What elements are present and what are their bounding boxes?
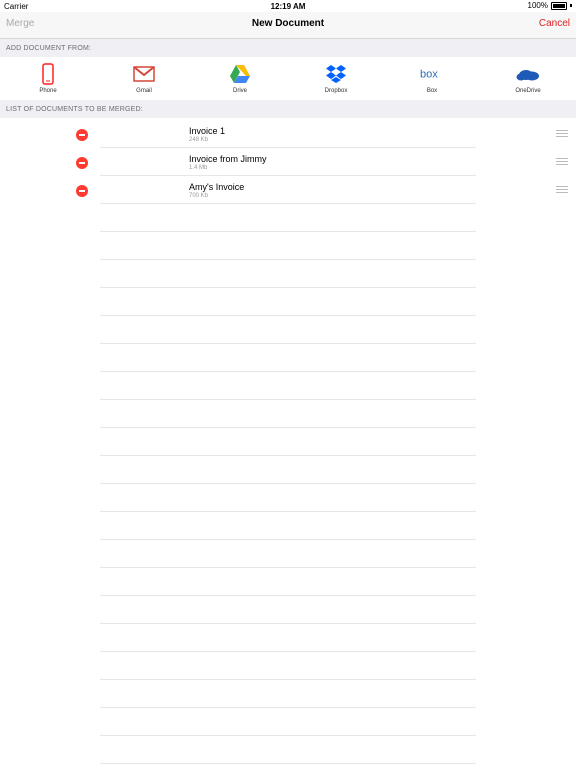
list-item[interactable]: Invoice from Jimmy 1.4 Mb [0,148,576,176]
box-icon: box [420,63,444,85]
document-size: 248 Kb [189,137,209,143]
add-document-header: ADD DOCUMENT FROM: [0,39,576,57]
dropbox-icon [324,63,348,85]
reorder-handle-icon[interactable] [556,158,568,166]
empty-row-divider [100,315,476,316]
document-name: Invoice 1 [189,126,226,136]
source-label: OneDrive [515,88,541,94]
empty-row-divider [100,623,476,624]
source-label: Box [426,88,438,94]
row-divider [100,203,476,204]
empty-row-divider [100,539,476,540]
gmail-icon [132,63,156,85]
source-label: Dropbox [324,88,348,94]
empty-row-divider [100,483,476,484]
svg-text:box: box [420,69,438,81]
empty-row-divider [100,427,476,428]
delete-icon[interactable] [76,185,88,197]
empty-row-divider [100,343,476,344]
empty-row-divider [100,455,476,456]
status-bar: Carrier 12:19 AM 100% [0,0,576,12]
battery-indicator: 100% [528,1,572,10]
source-drive[interactable]: Drive [210,58,270,100]
list-item[interactable]: Invoice 1 248 Kb [0,120,576,148]
source-label: Drive [232,88,247,94]
empty-row-divider [100,679,476,680]
empty-row-divider [100,399,476,400]
merge-list-header: LIST OF DOCUMENTS TO BE MERGED: [0,100,576,118]
reorder-handle-icon[interactable] [556,130,568,138]
source-gmail[interactable]: Gmail [114,58,174,100]
source-dropbox[interactable]: Dropbox [306,58,366,100]
merge-list-header-label: LIST OF DOCUMENTS TO BE MERGED: [6,106,143,113]
document-size: 700 Kb [189,193,209,199]
add-document-header-label: ADD DOCUMENT FROM: [6,45,92,52]
empty-row-divider [100,595,476,596]
delete-icon[interactable] [76,157,88,169]
battery-tip [570,4,572,7]
empty-row-divider [100,735,476,736]
empty-row-divider [100,259,476,260]
google-drive-icon [228,63,252,85]
reorder-handle-icon[interactable] [556,186,568,194]
document-size: 1.4 Mb [189,165,208,171]
battery-icon [551,1,567,10]
clock: 12:19 AM [270,2,306,11]
empty-row-divider [100,287,476,288]
empty-row-divider [100,371,476,372]
document-name: Amy's Invoice [189,182,245,192]
empty-row-divider [100,707,476,708]
phone-icon [36,63,60,85]
empty-row-divider [100,511,476,512]
empty-row-divider [100,231,476,232]
source-onedrive[interactable]: OneDrive [498,58,558,100]
list-item[interactable]: Amy's Invoice 700 Kb [0,176,576,204]
document-name: Invoice from Jimmy [189,154,267,164]
empty-row-divider [100,651,476,652]
battery-percent: 100% [527,1,548,10]
cancel-button[interactable]: Cancel [539,18,570,29]
page-title: New Document [251,18,325,29]
empty-row-divider [100,763,476,764]
onedrive-icon [516,63,540,85]
source-picker: Phone Gmail Drive Dropbox box Box OneDri… [0,58,576,100]
empty-row-divider [100,567,476,568]
source-label: Gmail [136,88,152,94]
navigation-bar: Merge New Document Cancel [0,12,576,39]
source-label: Phone [39,88,57,94]
source-phone[interactable]: Phone [18,58,78,100]
source-box[interactable]: box Box [402,58,462,100]
delete-icon[interactable] [76,129,88,141]
